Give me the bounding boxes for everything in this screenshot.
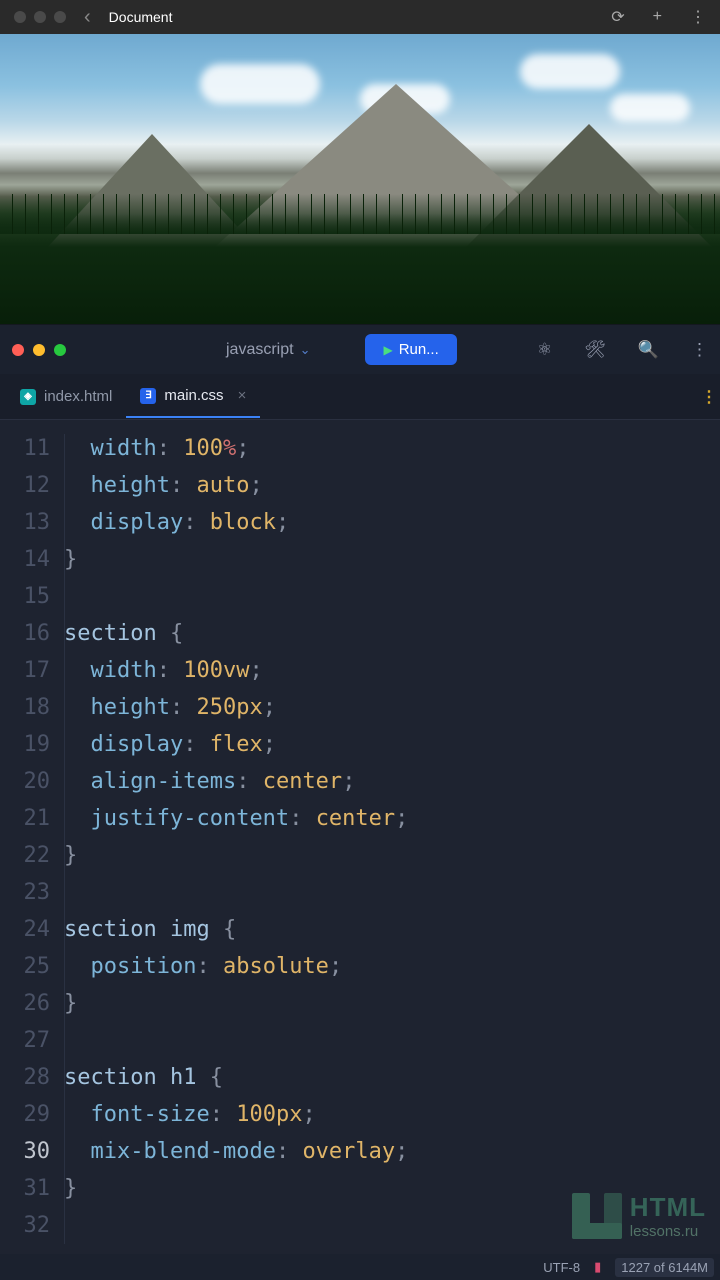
line-number: 24 (0, 911, 50, 948)
code-line[interactable]: width: 100vw; (64, 652, 408, 689)
line-number: 16 (0, 615, 50, 652)
tab-label: main.css (164, 387, 223, 404)
code-line[interactable]: display: block; (64, 504, 408, 541)
code-line[interactable]: height: auto; (64, 467, 408, 504)
lock-icon[interactable]: ⟳ (611, 7, 624, 27)
line-number: 20 (0, 763, 50, 800)
line-number: 25 (0, 948, 50, 985)
search-icon[interactable]: 🔍 (638, 340, 659, 360)
code-line[interactable]: display: flex; (64, 726, 408, 763)
code-line[interactable]: mix-blend-mode: overlay; (64, 1133, 408, 1170)
line-number: 11 (0, 430, 50, 467)
css-file-icon: ∃ (140, 388, 156, 404)
line-number: 30 (0, 1133, 50, 1170)
window-traffic-dots (14, 11, 66, 23)
line-number: 23 (0, 874, 50, 911)
play-icon: ▶ (383, 343, 392, 357)
code-line[interactable] (64, 1022, 408, 1059)
code-line[interactable]: width: 100%; (64, 430, 408, 467)
code-line[interactable] (64, 874, 408, 911)
tabs-overflow-icon[interactable]: ⋮ (701, 387, 716, 407)
line-number: 28 (0, 1059, 50, 1096)
code-line[interactable] (64, 1207, 408, 1244)
tab-main-css[interactable]: ∃ main.css × (126, 375, 260, 418)
line-number: 15 (0, 578, 50, 615)
watermark-line2: lessons.ru (630, 1223, 706, 1240)
close-dot-icon[interactable] (12, 344, 24, 356)
code-line[interactable]: } (64, 1170, 408, 1207)
run-button[interactable]: ▶ Run... (365, 334, 456, 365)
language-label: javascript (226, 341, 294, 359)
code-line[interactable]: justify-content: center; (64, 800, 408, 837)
tools-icon[interactable]: 🛠 (584, 340, 606, 360)
code-line[interactable]: height: 250px; (64, 689, 408, 726)
toolbar-more-icon[interactable]: ⋮ (691, 340, 708, 360)
zoom-dot-icon[interactable] (54, 344, 66, 356)
preview-trees (0, 214, 720, 324)
code-editor[interactable]: 1112131415161718192021222324252627282930… (0, 420, 720, 1244)
code-line[interactable]: align-items: center; (64, 763, 408, 800)
run-button-label: Run... (399, 341, 439, 358)
line-number: 29 (0, 1096, 50, 1133)
encoding-indicator[interactable]: UTF-8 (543, 1260, 580, 1275)
atom-icon[interactable]: ⚛ (537, 340, 552, 360)
code-line[interactable]: } (64, 837, 408, 874)
status-bar: UTF-8 ▮ 1227 of 6144M (0, 1254, 720, 1280)
more-icon[interactable]: ⋮ (690, 7, 706, 27)
line-number: 21 (0, 800, 50, 837)
line-number: 17 (0, 652, 50, 689)
memory-icon: ▮ (594, 1259, 601, 1275)
code-line[interactable]: } (64, 541, 408, 578)
tab-index-html[interactable]: ◈ index.html (6, 376, 126, 417)
watermark-line1: HTML (630, 1192, 706, 1223)
page-title: Document (109, 9, 173, 25)
watermark: HTML lessons.ru (572, 1192, 706, 1240)
code-body[interactable]: width: 100%; height: auto; display: bloc… (64, 420, 408, 1244)
window-dot (54, 11, 66, 23)
window-dot (14, 11, 26, 23)
editor-tabs: ◈ index.html ∃ main.css × ⋮ (0, 374, 720, 420)
code-line[interactable] (64, 578, 408, 615)
code-line[interactable]: font-size: 100px; (64, 1096, 408, 1133)
editor-traffic-dots (12, 344, 66, 356)
watermark-logo-icon (572, 1193, 622, 1239)
preview-pane (0, 34, 720, 324)
new-tab-icon[interactable]: + (653, 8, 662, 26)
line-number: 31 (0, 1170, 50, 1207)
back-icon[interactable]: ‹ (84, 6, 91, 29)
line-number: 27 (0, 1022, 50, 1059)
code-line[interactable]: position: absolute; (64, 948, 408, 985)
code-line[interactable]: section h1 { (64, 1059, 408, 1096)
close-tab-icon[interactable]: × (238, 387, 247, 404)
indent-guide (64, 434, 65, 1244)
line-number: 26 (0, 985, 50, 1022)
html-file-icon: ◈ (20, 389, 36, 405)
line-number: 12 (0, 467, 50, 504)
browser-titlebar: ‹ Document ⟳ + ⋮ (0, 0, 720, 34)
code-line[interactable]: section { (64, 615, 408, 652)
tab-label: index.html (44, 388, 112, 405)
editor-toolbar: javascript ⌄ ▶ Run... ⚛ 🛠 🔍 ⋮ (0, 324, 720, 374)
window-dot (34, 11, 46, 23)
minimize-dot-icon[interactable] (33, 344, 45, 356)
language-picker[interactable]: javascript ⌄ (226, 341, 310, 359)
line-gutter: 1112131415161718192021222324252627282930… (0, 420, 64, 1244)
line-number: 14 (0, 541, 50, 578)
code-line[interactable]: } (64, 985, 408, 1022)
code-line[interactable]: section img { (64, 911, 408, 948)
line-number: 32 (0, 1207, 50, 1244)
line-number: 22 (0, 837, 50, 874)
line-number: 18 (0, 689, 50, 726)
memory-usage[interactable]: 1227 of 6144M (615, 1258, 714, 1277)
line-number: 19 (0, 726, 50, 763)
line-number: 13 (0, 504, 50, 541)
chevron-down-icon: ⌄ (300, 342, 311, 358)
